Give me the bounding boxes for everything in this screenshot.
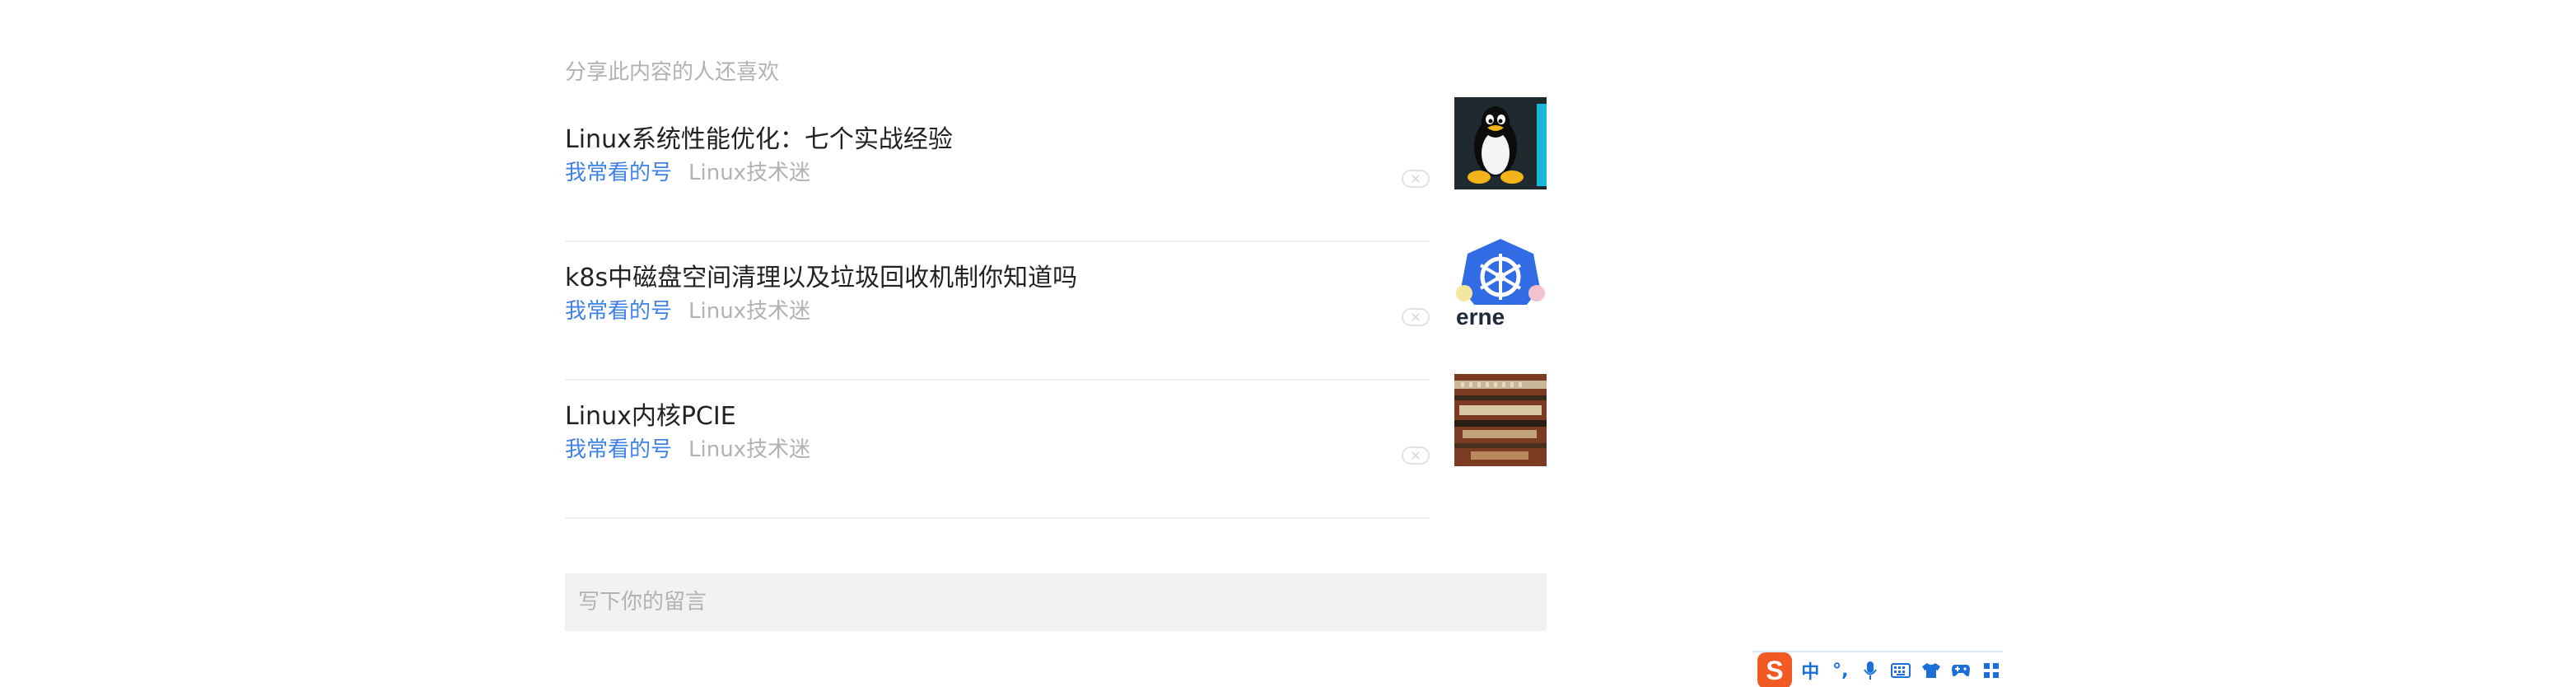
- gamepad-icon[interactable]: [1949, 658, 1973, 683]
- divider: [565, 517, 1430, 519]
- apps-grid-icon[interactable]: [1979, 658, 2003, 683]
- section-title: 分享此内容的人还喜欢: [565, 60, 780, 85]
- article-meta: 我常看的号 Linux技术迷: [565, 158, 810, 188]
- article-title[interactable]: k8s中磁盘空间清理以及垃圾回收机制你知道吗: [565, 262, 1077, 295]
- article-meta: 我常看的号 Linux技术迷: [565, 435, 810, 465]
- tux-penguin-icon: [1454, 97, 1547, 189]
- frequent-account-tag: 我常看的号: [565, 161, 673, 185]
- circuit-board-image: [1454, 374, 1547, 466]
- recommendation-item[interactable]: Linux内核PCIE 我常看的号 Linux技术迷 ×: [565, 374, 1547, 539]
- article-thumbnail[interactable]: [1454, 374, 1547, 466]
- account-name[interactable]: Linux技术迷: [688, 299, 810, 324]
- divider: [565, 241, 1430, 242]
- article-thumbnail[interactable]: erne: [1454, 236, 1547, 328]
- punctuation-toggle[interactable]: °,: [1829, 658, 1853, 683]
- dismiss-button[interactable]: ×: [1402, 446, 1430, 465]
- ime-mode-toggle[interactable]: 中: [1799, 658, 1822, 683]
- dismiss-button[interactable]: ×: [1402, 308, 1430, 326]
- keyboard-icon[interactable]: [1889, 658, 1913, 683]
- recommendation-item[interactable]: k8s中磁盘空间清理以及垃圾回收机制你知道吗 我常看的号 Linux技术迷 ×: [565, 236, 1547, 400]
- article-meta: 我常看的号 Linux技术迷: [565, 297, 810, 326]
- ime-toolbar: S 中 °,: [1752, 651, 2003, 687]
- comment-input[interactable]: 写下你的留言: [565, 573, 1547, 631]
- dismiss-button[interactable]: ×: [1402, 170, 1430, 188]
- article-title[interactable]: Linux内核PCIE: [565, 400, 736, 433]
- microphone-icon[interactable]: [1859, 658, 1883, 683]
- frequent-account-tag: 我常看的号: [565, 299, 673, 324]
- close-icon: ×: [1410, 447, 1421, 463]
- recommendation-item[interactable]: Linux系统性能优化：七个实战经验 我常看的号 Linux技术迷 ×: [565, 97, 1547, 262]
- close-icon: ×: [1410, 309, 1421, 325]
- account-name[interactable]: Linux技术迷: [688, 437, 810, 462]
- page: 分享此内容的人还喜欢 Linux系统性能优化：七个实战经验 我常看的号 Linux…: [0, 0, 2576, 687]
- article-title[interactable]: Linux系统性能优化：七个实战经验: [565, 124, 953, 157]
- article-thumbnail[interactable]: [1454, 97, 1547, 189]
- close-icon: ×: [1410, 171, 1421, 186]
- kubernetes-wheel-icon: erne: [1454, 236, 1547, 328]
- divider: [565, 379, 1430, 381]
- frequent-account-tag: 我常看的号: [565, 437, 673, 462]
- account-name[interactable]: Linux技术迷: [688, 161, 810, 185]
- svg-text:erne: erne: [1456, 304, 1505, 328]
- sogou-logo-icon[interactable]: S: [1757, 652, 1792, 687]
- shirt-icon[interactable]: [1919, 658, 1943, 683]
